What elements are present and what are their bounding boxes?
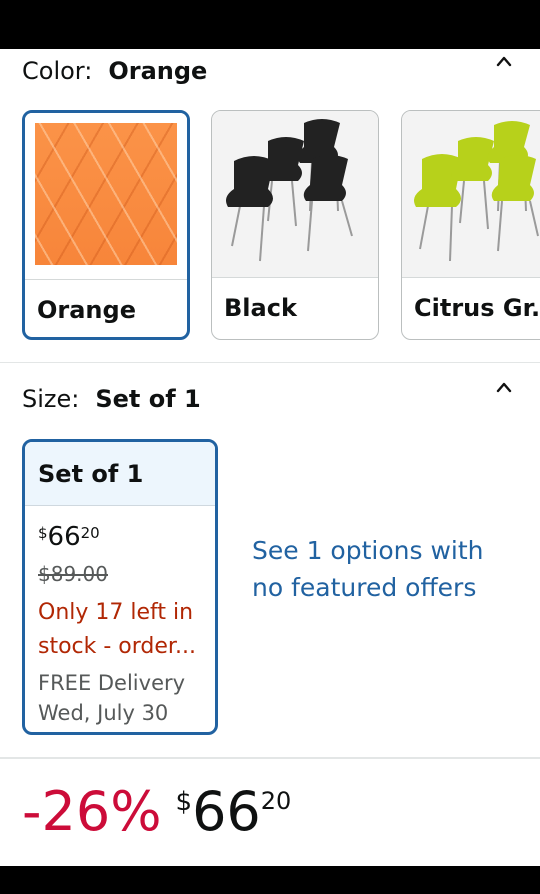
status-bar: [0, 0, 540, 49]
color-option-label: Orange: [37, 296, 136, 324]
size-option-title: Set of 1: [25, 442, 215, 506]
option-price: $ 66 20: [38, 524, 215, 550]
green-chairs-image: [402, 111, 540, 277]
price-cents: 20: [80, 524, 100, 542]
size-label: Size:: [22, 385, 80, 413]
color-option-label: Citrus Gr..: [414, 294, 540, 322]
chevron-up-icon[interactable]: [496, 381, 512, 397]
price-whole: 66: [192, 780, 261, 843]
stock-line-1: Only 17 left in: [38, 600, 194, 625]
color-option-label: Black: [224, 294, 297, 322]
price-whole: 66: [47, 522, 81, 552]
section-divider: [0, 362, 540, 363]
delivery-line-2: Wed, July 30: [38, 701, 169, 725]
discount-percent: -26%: [22, 780, 162, 843]
section-divider: [0, 757, 540, 759]
color-label: Color:: [22, 57, 93, 85]
color-option-citrus-green[interactable]: Citrus Gr..: [401, 110, 540, 340]
delivery-info: FREE Delivery Wed, July 30: [38, 668, 215, 728]
price-symbol: $: [38, 524, 48, 542]
color-value: Orange: [108, 57, 208, 85]
stock-line-2: stock - order...: [38, 634, 196, 659]
size-value: Set of 1: [95, 385, 201, 413]
variation-sheet: Color: Orange Orange Black Citrus Gr.. S…: [0, 49, 540, 866]
size-header: Size: Set of 1: [22, 385, 201, 413]
black-chairs-image: [212, 111, 378, 277]
delivery-line-1: FREE Delivery: [38, 671, 186, 695]
price-symbol: $: [175, 787, 193, 817]
color-option-orange[interactable]: Orange: [22, 110, 190, 340]
color-option-black[interactable]: Black: [211, 110, 379, 340]
price-cents: 20: [260, 787, 292, 815]
price-row: -26% $ 66 20: [22, 785, 291, 839]
was-price: $89.00: [38, 562, 108, 586]
stock-warning: Only 17 left in stock - order...: [38, 596, 215, 664]
color-header: Color: Orange: [22, 57, 207, 85]
see-options-link[interactable]: See 1 options with no featured offers: [252, 532, 492, 606]
current-price: $ 66 20: [176, 785, 292, 839]
orange-swatch-image: [25, 113, 187, 279]
navigation-bar: [0, 866, 540, 894]
size-option-set-of-1[interactable]: Set of 1 $ 66 20 $89.00 Only 17 left in …: [22, 439, 218, 735]
chevron-up-icon[interactable]: [496, 55, 512, 71]
